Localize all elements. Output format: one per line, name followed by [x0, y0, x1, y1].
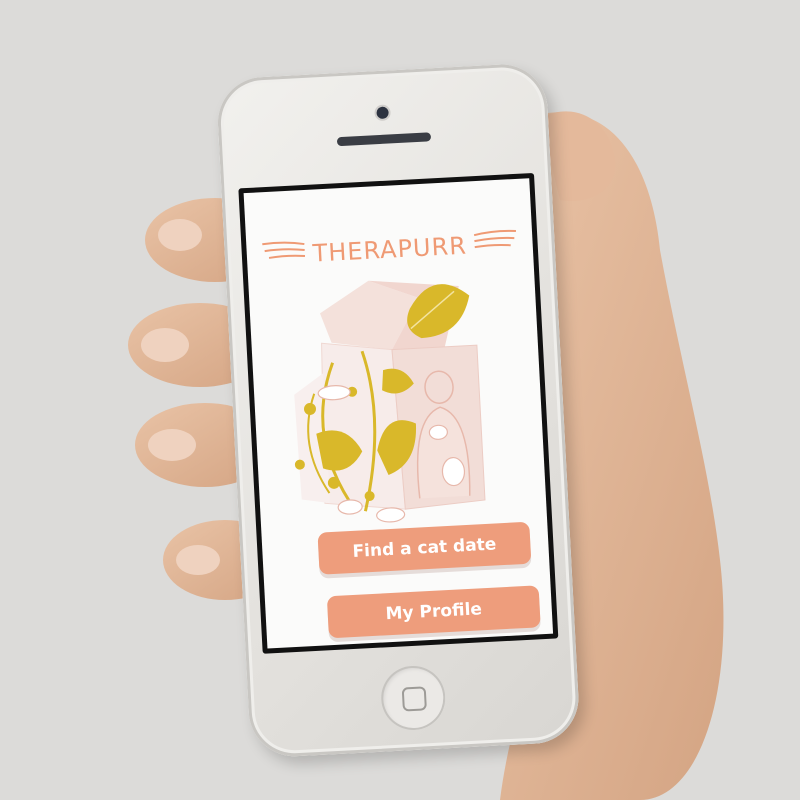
speed-lines-icon [473, 229, 516, 249]
phone-device: THERAPURR Find a cat date My Profile [215, 62, 581, 759]
greenhouse-cat-illustration [294, 280, 486, 523]
home-button-icon [401, 686, 427, 712]
my-profile-button[interactable]: My Profile [326, 585, 541, 639]
app-screen: THERAPURR Find a cat date My Profile [243, 178, 554, 649]
phone-screen: THERAPURR Find a cat date My Profile [238, 172, 559, 654]
